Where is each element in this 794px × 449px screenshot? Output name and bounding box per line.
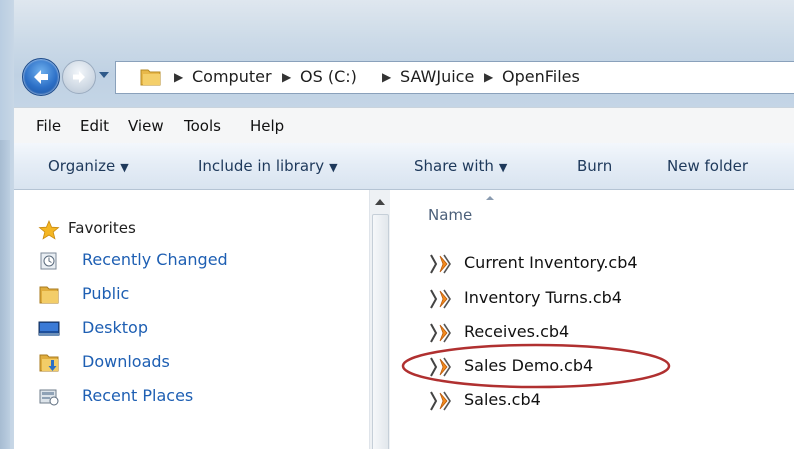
share-with-label: Share with [414,157,494,175]
menu-help[interactable]: Help [250,117,284,135]
menu-file[interactable]: File [36,117,61,135]
sidebar-item-label: Downloads [82,352,170,371]
command-bar: Organize ▼ Include in library ▼ Share with… [14,143,794,190]
file-name: Receives.cb4 [464,322,570,341]
file-item-inventory-turns[interactable]: Inventory Turns.cb4 [428,284,768,312]
include-in-library-button[interactable]: Include in library ▼ [198,157,338,175]
cb4-file-icon [430,391,451,411]
downloads-folder-icon [39,354,59,372]
navigation-scrollbar[interactable] [369,190,390,449]
chevron-down-icon[interactable] [98,68,110,82]
breadcrumb-computer[interactable]: Computer [192,67,272,86]
menu-bar: File Edit View Tools Help [14,107,794,145]
highlight-ellipse-annotation [401,343,671,389]
breadcrumb-separator[interactable]: ▶ [282,70,291,84]
sidebar-favorites-label: Favorites [68,219,136,237]
file-name: Sales.cb4 [464,390,541,409]
folder-icon [39,286,59,304]
share-with-button[interactable]: Share with ▼ [414,157,507,175]
breadcrumb-separator[interactable]: ▶ [382,70,391,84]
organize-button[interactable]: Organize ▼ [48,157,129,175]
sidebar-item-label: Desktop [82,318,148,337]
menu-tools[interactable]: Tools [184,117,221,135]
forward-button[interactable] [62,60,96,94]
navigation-pane: Favorites Recently Changed Public Deskto… [14,190,369,449]
breadcrumb-separator[interactable]: ▶ [174,70,183,84]
include-in-library-label: Include in library [198,157,325,175]
chevron-down-icon: ▼ [498,161,508,174]
back-button[interactable] [22,58,60,96]
scroll-up-arrow-icon[interactable] [375,199,385,205]
desktop-icon [38,321,60,336]
chevron-down-icon: ▼ [329,161,338,174]
breadcrumb-sawjuice[interactable]: SAWJuice [400,67,474,86]
recent-places-icon [39,389,59,406]
sidebar-item-label: Recent Places [82,386,194,405]
recent-changes-icon [40,252,57,270]
address-bar[interactable]: ▶ Computer ▶ OS (C:) ▶ SAWJuice ▶ OpenFi… [115,61,794,94]
window-left-border-lower [0,140,10,449]
file-name: Current Inventory.cb4 [464,253,638,272]
sort-ascending-icon [486,196,494,200]
file-list-pane: Name Current Inventory.cb4 Inventory Tur… [390,190,794,449]
breadcrumb-openfiles[interactable]: OpenFiles [502,67,580,86]
forward-arrow-icon [73,71,85,83]
explorer-window: ▶ Computer ▶ OS (C:) ▶ SAWJuice ▶ OpenFi… [0,0,794,449]
file-item-current-inventory[interactable]: Current Inventory.cb4 [428,249,768,277]
column-header-name[interactable]: Name [428,206,472,224]
menu-edit[interactable]: Edit [80,117,109,135]
back-arrow-icon [34,70,48,84]
cb4-file-icon [430,254,451,274]
folder-icon [140,69,161,86]
organize-label: Organize [48,157,116,175]
menu-view[interactable]: View [128,117,164,135]
burn-button[interactable]: Burn [577,157,612,175]
sidebar-item-label: Public [82,284,130,303]
breadcrumb-os-c[interactable]: OS (C:) [300,67,357,86]
cb4-file-icon [430,289,451,309]
breadcrumb-separator[interactable]: ▶ [484,70,493,84]
sidebar-item-label: Recently Changed [82,250,228,269]
file-name: Inventory Turns.cb4 [464,288,622,307]
star-icon [38,220,60,240]
chevron-down-icon: ▼ [120,161,129,174]
new-folder-button[interactable]: New folder [667,157,748,175]
scroll-thumb[interactable] [372,214,389,449]
